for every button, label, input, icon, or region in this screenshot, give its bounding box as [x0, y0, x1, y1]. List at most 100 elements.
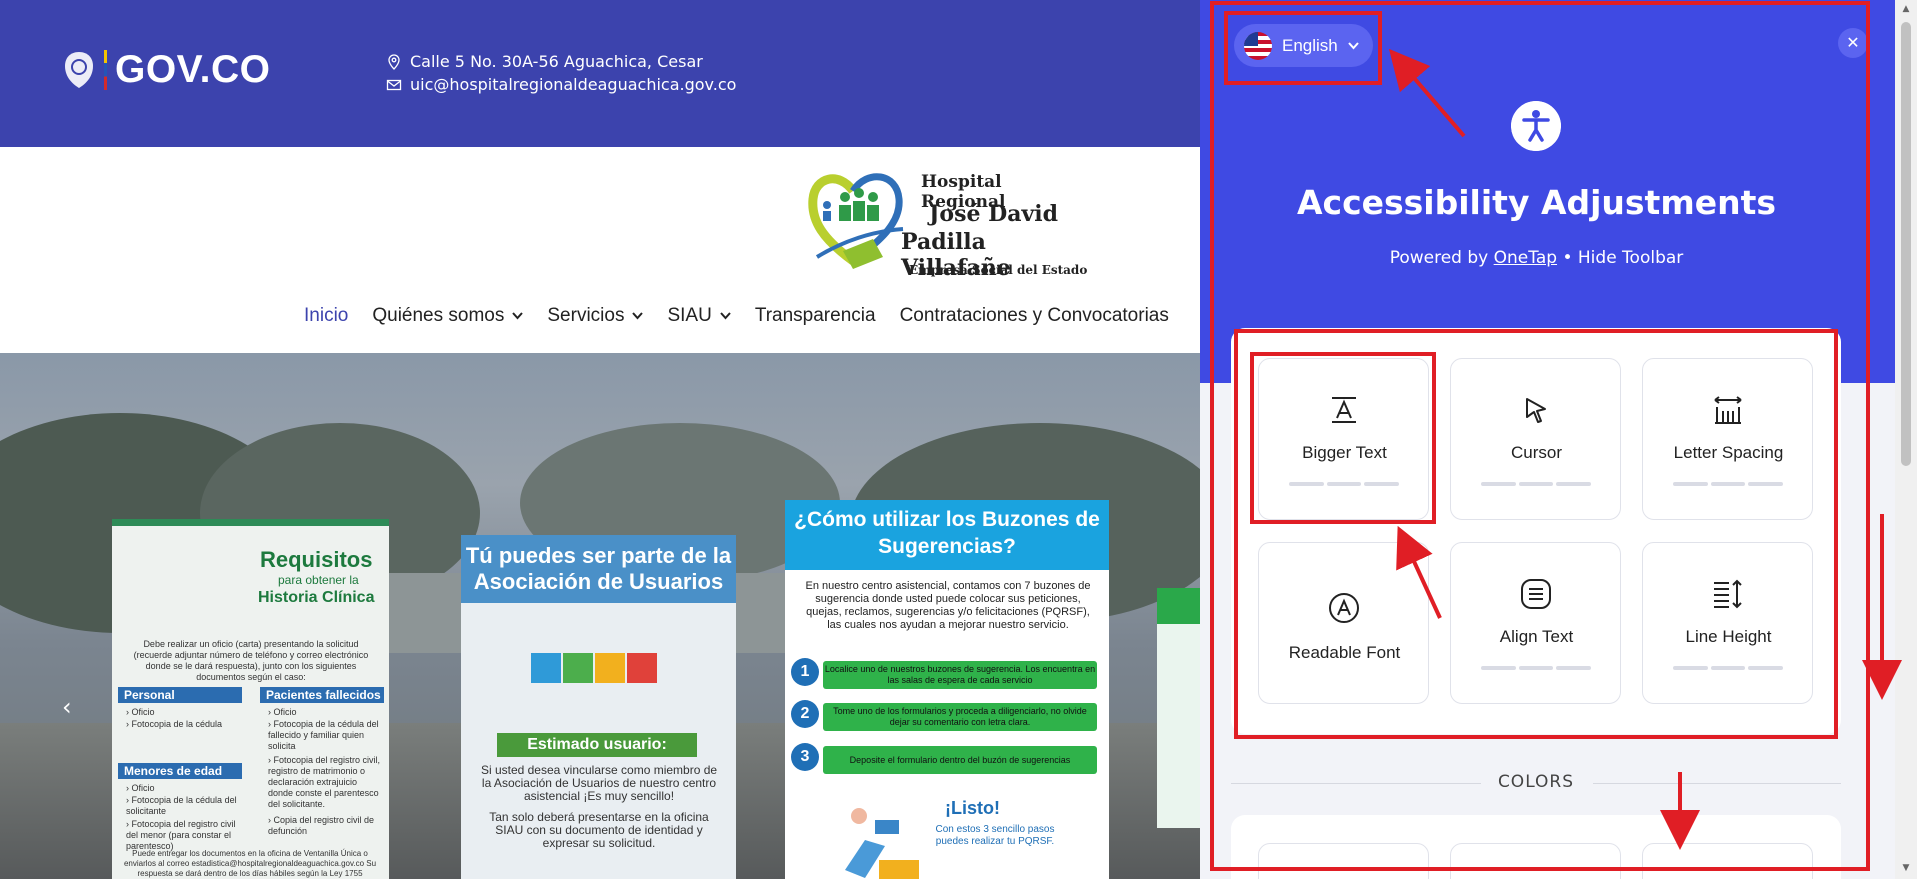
card-subtitle: para obtener la [278, 573, 359, 587]
card-intro: Debe realizar un oficio (carta) presenta… [133, 639, 369, 682]
card-title: ¿Cómo utilizar los Buzones de Sugerencia… [785, 500, 1109, 570]
tile-label: Align Text [1499, 627, 1574, 646]
nav-item-contrataciones[interactable]: Contrataciones y Convocatorias [900, 305, 1169, 327]
list-item: › Oficio [268, 707, 297, 717]
bullet: • [1562, 248, 1573, 268]
listo-title: ¡Listo! [945, 798, 1000, 818]
scrollbar-thumb[interactable] [1901, 22, 1911, 466]
colombia-shield-icon [65, 52, 93, 88]
letter-spacing-icon [1714, 396, 1742, 424]
listo-text: Con estos 3 sencillo pasos puedes realiz… [935, 824, 1055, 847]
onetap-link[interactable]: OneTap [1494, 248, 1557, 268]
govco-logo[interactable]: GOV.CO [62, 48, 270, 92]
color-tile[interactable] [1258, 843, 1429, 879]
step-text: Localice uno de nuestros buzones de suge… [823, 661, 1097, 689]
top-bar: GOV.CO Calle 5 No. 30A-56 Aguachica, Ces… [0, 0, 1200, 147]
nav-item-inicio[interactable]: Inicio [304, 305, 348, 327]
nav-item-quienes-somos[interactable]: Quiénes somos [372, 305, 524, 327]
close-button[interactable]: ✕ [1838, 28, 1868, 58]
puzzle-image [531, 653, 657, 683]
card-title-2: Historia Clínica [258, 589, 375, 606]
step-number: 1 [791, 658, 819, 686]
step-number: 2 [791, 700, 819, 728]
accessibility-icon [1511, 101, 1561, 151]
tile-bigger-text[interactable]: Bigger Text [1258, 358, 1429, 520]
tile-label: Line Height [1685, 627, 1772, 646]
mail-icon [386, 79, 402, 90]
logo-line-2: José David [929, 201, 1058, 227]
us-flag-icon [1244, 31, 1272, 60]
accessibility-panel: English ✕ Accessibility Adjustments Powe… [1200, 0, 1895, 879]
adjustments-grid: Bigger Text Cursor Letter Spacing Readab… [1231, 328, 1841, 734]
list-item: › Fotocopia del registro civil del menor… [126, 819, 236, 851]
tile-letter-spacing[interactable]: Letter Spacing [1642, 358, 1813, 520]
colors-section-header: COLORS [1231, 772, 1841, 796]
chevron-down-icon [632, 312, 644, 320]
section-fallecidos: Pacientes fallecidos [260, 687, 384, 703]
card-band: Estimado usuario: [497, 733, 697, 757]
colors-grid [1231, 815, 1841, 879]
scroll-up-icon[interactable]: ▲ [1900, 4, 1912, 16]
hospital-logo[interactable]: Hospital Regional José David Padilla Vil… [803, 155, 1088, 281]
chevron-down-icon [512, 312, 524, 320]
language-selector[interactable]: English [1234, 24, 1373, 67]
tile-label: Cursor [1510, 443, 1562, 462]
tile-align-text[interactable]: Align Text [1450, 542, 1621, 704]
line-height-icon [1714, 579, 1742, 609]
card-text-2: Tan solo deberá presentarse en la oficin… [489, 810, 709, 850]
card-title: Requisitos [260, 547, 373, 572]
align-text-icon [1521, 579, 1551, 609]
list-item: › Fotocopia del registro civil, registro… [268, 755, 381, 809]
slide-card-partial[interactable] [1157, 588, 1200, 828]
header: Hospital Regional José David Padilla Vil… [0, 147, 1200, 353]
main-nav: Inicio Quiénes somos Servicios SIAU Tran… [304, 305, 1169, 327]
contact-info: Calle 5 No. 30A-56 Aguachica, Cesar uic@… [386, 50, 736, 96]
section-personal: Personal [118, 687, 242, 703]
language-label: English [1282, 35, 1338, 55]
hand-mailbox-image [845, 808, 919, 879]
location-pin-icon [388, 53, 400, 70]
slide-card-requisitos[interactable]: Requisitos para obtener la Historia Clín… [112, 519, 389, 879]
card-header [1157, 588, 1200, 624]
list-item: › Fotocopia de la cédula del solicitante [126, 795, 237, 816]
tile-label: Readable Font [1288, 643, 1401, 662]
nav-item-siau[interactable]: SIAU [667, 305, 731, 327]
nav-label: Inicio [304, 305, 349, 326]
carousel-prev-icon[interactable]: ‹ [62, 693, 82, 723]
colors-label: COLORS [1497, 772, 1575, 792]
hospital-heart-logo-icon [808, 173, 904, 269]
hide-toolbar-link[interactable]: Hide Toolbar [1578, 248, 1683, 268]
card-text: Si usted desea vincularse como miembro d… [480, 763, 718, 803]
slide-card-buzones[interactable]: ¿Cómo utilizar los Buzones de Sugerencia… [785, 500, 1109, 879]
nav-label: Quiénes somos [372, 305, 505, 326]
nav-label: SIAU [667, 305, 712, 326]
address-text: Calle 5 No. 30A-56 Aguachica, Cesar [410, 52, 703, 71]
nav-item-transparencia[interactable]: Transparencia [755, 305, 876, 327]
slide-card-asociacion[interactable]: Tú puedes ser parte de la Asociación de … [461, 535, 736, 879]
logo-line-4: Empresa Social del Estado [909, 263, 1088, 277]
card-intro: En nuestro centro asistencial, contamos … [805, 580, 1091, 631]
page-scrollbar[interactable]: ▲ ▼ [1895, 0, 1917, 879]
chevron-down-icon [720, 312, 731, 320]
scroll-down-icon[interactable]: ▼ [1900, 863, 1912, 875]
color-tile[interactable] [1450, 843, 1621, 879]
list-item: › Oficio [126, 783, 155, 793]
readable-font-icon [1329, 593, 1359, 623]
tile-cursor[interactable]: Cursor [1450, 358, 1621, 520]
website-page: GOV.CO Calle 5 No. 30A-56 Aguachica, Ces… [0, 0, 1200, 879]
color-tile[interactable] [1642, 843, 1813, 879]
tile-readable-font[interactable]: Readable Font [1258, 542, 1429, 704]
nav-label: Servicios [547, 305, 625, 326]
nav-item-servicios[interactable]: Servicios [547, 305, 644, 327]
level-indicator [1289, 482, 1400, 486]
step-number: 3 [791, 743, 819, 771]
list-item: › Oficio [126, 707, 155, 717]
nav-label: Transparencia [754, 305, 876, 326]
email-link[interactable]: uic@hospitalregionaldeaguachica.gov.co [410, 75, 736, 94]
step-text: Deposite el formulario dentro del buzón … [823, 746, 1097, 774]
nav-label: Contrataciones y Convocatorias [899, 305, 1169, 326]
tile-line-height[interactable]: Line Height [1642, 542, 1813, 704]
card-top-bar [112, 519, 389, 526]
list-item: › Copia del registro civil de defunción [268, 815, 375, 836]
list-item: › Fotocopia de la cédula [126, 719, 223, 729]
